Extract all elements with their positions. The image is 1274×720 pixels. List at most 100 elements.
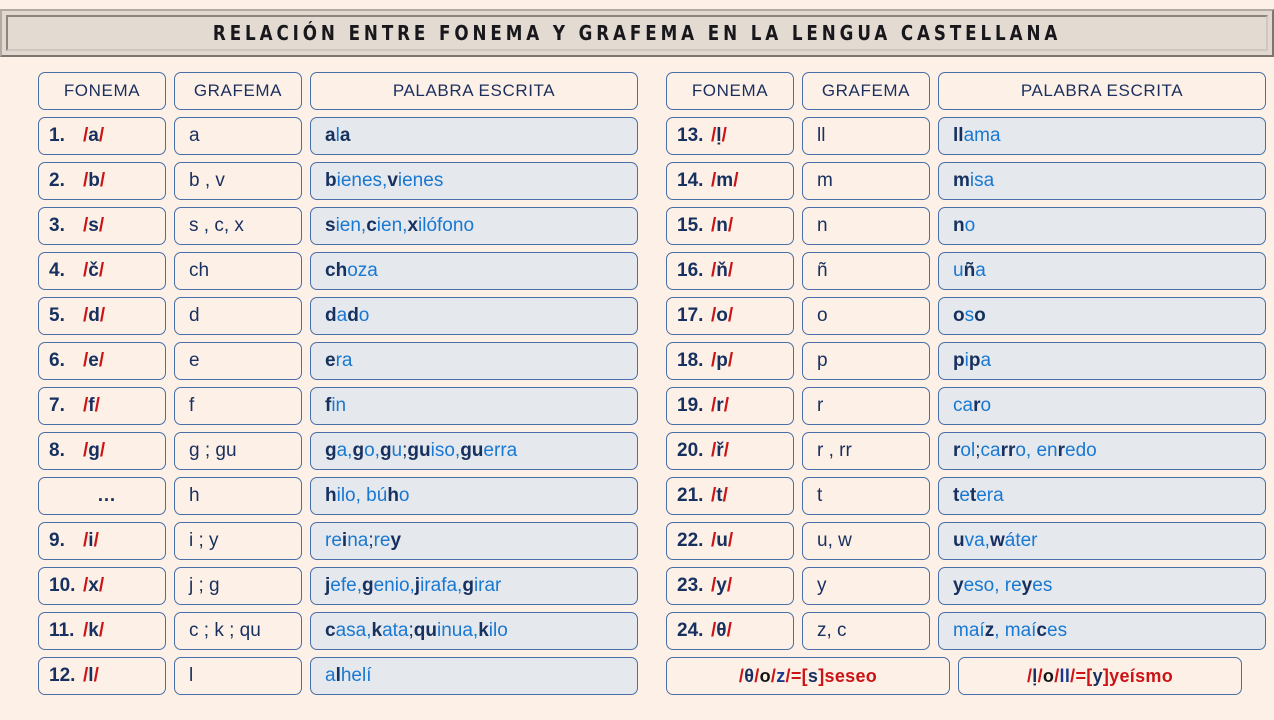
word-segment: m <box>953 170 970 191</box>
table-row: 22. / u / u, w u va, w áter <box>666 522 1266 560</box>
table-row: 9. / i / i ; y re i na ; re y <box>38 522 638 560</box>
cell-palabra-escrita: pipa <box>938 342 1266 380</box>
word-segment: ñ <box>963 260 976 281</box>
word-segment: gu <box>407 440 431 461</box>
word-segment: áter <box>1004 530 1038 551</box>
cell-grafema: ñ <box>802 252 930 290</box>
cell-palabra-escrita: e ra <box>310 342 638 380</box>
phoneme-slash: / <box>99 305 106 326</box>
column-header-fonema: FONEMA <box>666 72 794 110</box>
phoneme-slash: / <box>727 305 734 326</box>
cell-fonema: 11. / k / <box>38 612 166 650</box>
row-number: 11. <box>49 620 75 641</box>
word-segment: qu <box>413 620 437 641</box>
table-row: 24. / θ / z, c ma í z, ma í c es <box>666 612 1266 650</box>
table-row: 23. / y / y y eso, re y es <box>666 567 1266 605</box>
word-segment: ll <box>953 125 964 146</box>
column-header-grafema: GRAFEMA <box>174 72 302 110</box>
word-segment: era <box>976 485 1004 506</box>
cell-grafema: s , c, x <box>174 207 302 245</box>
cell-palabra-escrita: t e t era <box>938 477 1266 515</box>
word-segment: g <box>325 440 337 461</box>
word-segment: re <box>325 530 342 551</box>
table-body-right: 13. / ḷ / ll ll ama 14. / m / m m isa 15. / n / n n o 1… <box>666 117 1266 650</box>
cell-palabra-escrita: j efe, g enio, j irafa, g irar <box>310 567 638 605</box>
phoneme-slash: / <box>723 395 729 416</box>
footnote-segment: seseo <box>824 665 878 686</box>
word-segment: enio, <box>373 575 415 596</box>
row-number: 1. <box>49 125 65 146</box>
row-number: 18. <box>677 350 704 371</box>
word-segment: r <box>953 440 961 461</box>
word-segment: c <box>1036 620 1047 641</box>
phoneme-symbol: a <box>88 125 99 146</box>
row-number: 4. <box>49 260 65 281</box>
word-segment: helí <box>340 665 372 686</box>
word-segment: iso, <box>430 440 461 461</box>
cell-fonema: 5. / d / <box>38 297 166 335</box>
row-number: 14. <box>677 170 704 191</box>
row-number: 8. <box>49 440 65 461</box>
cell-grafema: o <box>802 297 930 335</box>
table-row: … h h ilo, bú h o <box>38 477 638 515</box>
table-body-left: 1. / a / a a l a 2. / b / b , v b ienes, v ienes 3. /… <box>38 117 638 695</box>
word-segment: , ma <box>994 620 1032 641</box>
cell-palabra-escrita: ca r o <box>938 387 1266 425</box>
cell-palabra-escrita: a l helí <box>310 657 638 695</box>
word-segment: ilo <box>488 620 508 641</box>
cell-grafema: n <box>802 207 930 245</box>
cell-grafema: j ; g <box>174 567 302 605</box>
phoneme-slash: / <box>726 575 733 596</box>
title-bar-bevel: RELACIÓN ENTRE FONEMA Y GRAFEMA EN LA LE… <box>6 15 1268 51</box>
word-segment: ol <box>960 440 976 461</box>
cell-grafema: t <box>802 477 930 515</box>
footnote-segment: = <box>1075 665 1087 686</box>
word-segment: c <box>366 215 377 236</box>
word-segment: a <box>325 125 336 146</box>
phoneme-symbol: e <box>88 350 99 371</box>
column-header-palabra-escrita: PALABRA ESCRITA <box>938 72 1266 110</box>
word-segment: irar <box>473 575 502 596</box>
word-segment: p <box>968 350 981 371</box>
cell-palabra-escrita: h ilo, bú h o <box>310 477 638 515</box>
phoneme-symbol: n <box>716 215 728 236</box>
row-number: 9. <box>49 530 65 551</box>
cell-palabra-escrita: dado <box>310 297 638 335</box>
word-segment: oza <box>347 260 378 281</box>
table-row: 6. / e / e e ra <box>38 342 638 380</box>
footnote-seseo: / θ / o / z / = [ s ] seseo <box>666 657 950 695</box>
word-segment: x <box>407 215 419 236</box>
phoneme-slash: / <box>99 440 106 461</box>
word-segment: efe, <box>330 575 362 596</box>
table-row: 18. / p / p p i p a <box>666 342 1266 380</box>
row-number: 5. <box>49 305 65 326</box>
word-segment: o, <box>364 440 380 461</box>
word-segment: o <box>964 215 976 236</box>
table-row: 19. / r / r ca r o <box>666 387 1266 425</box>
word-segment: es <box>1047 620 1068 641</box>
phoneme-slash: / <box>94 395 100 416</box>
table-row: 14. / m / m m isa <box>666 162 1266 200</box>
table-header-row-left: FONEMA GRAFEMA PALABRA ESCRITA <box>38 72 638 110</box>
word-segment: u <box>953 530 965 551</box>
phoneme-table-right: FONEMA GRAFEMA PALABRA ESCRITA 13. / ḷ / l… <box>666 72 1266 695</box>
word-segment: n <box>953 215 965 236</box>
word-segment: u <box>953 260 964 281</box>
phoneme-slash: / <box>721 125 727 146</box>
word-segment: ama <box>963 125 1001 146</box>
phoneme-slash: / <box>98 620 105 641</box>
column-header-fonema: FONEMA <box>38 72 166 110</box>
row-number: 6. <box>49 350 65 371</box>
phoneme-symbol: č <box>88 260 99 281</box>
cell-grafema: a <box>174 117 302 155</box>
cell-grafema: r , rr <box>802 432 930 470</box>
row-number: 24. <box>677 620 704 641</box>
cell-palabra-escrita: c asa, k ata ; qu inua, k ilo <box>310 612 638 650</box>
phoneme-symbol: s <box>88 215 99 236</box>
word-segment: e <box>325 350 336 371</box>
phoneme-slash: / <box>723 440 729 461</box>
word-segment: k <box>478 620 489 641</box>
cell-fonema: 22. / u / <box>666 522 794 560</box>
word-segment: s <box>964 305 975 326</box>
phoneme-symbol: m <box>716 170 734 191</box>
